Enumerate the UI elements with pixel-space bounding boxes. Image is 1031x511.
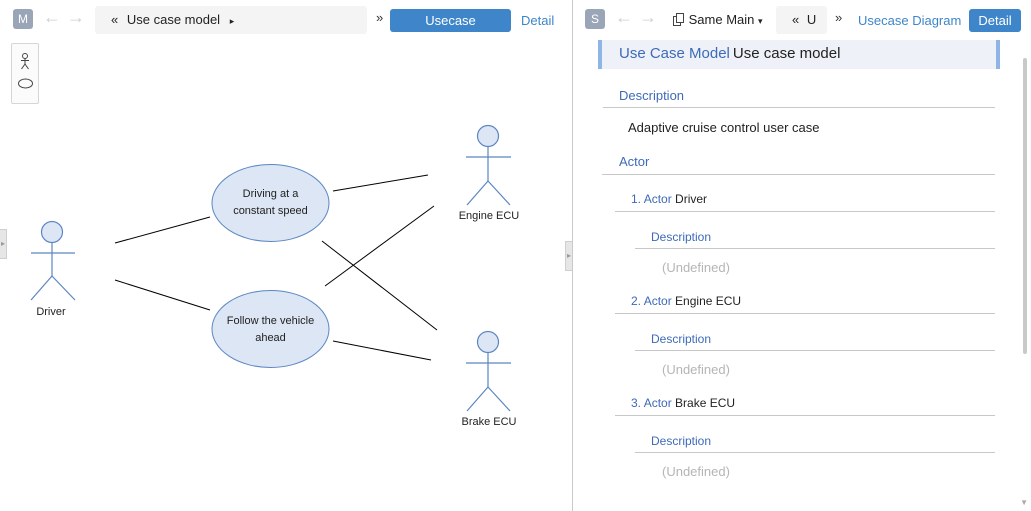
- scroll-down-icon[interactable]: ▼: [1020, 498, 1028, 507]
- tab-detail[interactable]: Detail: [969, 9, 1021, 32]
- description-label: Description: [619, 88, 685, 103]
- actor-description-value[interactable]: (Undefined): [662, 260, 730, 275]
- actor-item-driver[interactable]: 1. Actor Driver: [631, 192, 707, 206]
- divider: [615, 415, 995, 416]
- divider: [615, 211, 995, 212]
- sub-view-badge[interactable]: S: [585, 9, 605, 29]
- association-driver-constant-speed[interactable]: [114, 216, 211, 244]
- actor-name: Driver: [675, 192, 708, 206]
- association-follow-ahead-engine[interactable]: [324, 205, 435, 287]
- actor-number: 2.: [631, 294, 642, 308]
- actor-description-label: Description: [651, 230, 712, 244]
- back-arrow-icon[interactable]: ←: [615, 8, 633, 26]
- association-follow-ahead-brake[interactable]: [332, 340, 432, 361]
- vertical-scrollbar[interactable]: [1023, 58, 1027, 354]
- usecase-follow-ahead-line2: ahead: [255, 332, 286, 344]
- actor-name: Brake ECU: [675, 396, 736, 410]
- actor-item-brake-ecu[interactable]: 3. Actor Brake ECU: [631, 396, 735, 410]
- actor-name: Engine ECU: [675, 294, 742, 308]
- element-kind[interactable]: Use Case Model: [619, 45, 730, 62]
- divider: [635, 248, 995, 249]
- description-value[interactable]: Adaptive cruise control user case: [628, 120, 819, 135]
- actor-kind-link[interactable]: Actor: [644, 192, 672, 206]
- association-constant-speed-engine[interactable]: [332, 174, 429, 192]
- actor-item-engine-ecu[interactable]: 2. Actor Engine ECU: [631, 294, 741, 308]
- usecase-diagram-canvas[interactable]: Driving at a constant speed Follow the v…: [0, 0, 572, 511]
- association-constant-speed-brake[interactable]: [321, 240, 438, 331]
- actor-description-label: Description: [651, 434, 712, 448]
- actor-driver[interactable]: [30, 220, 76, 301]
- actor-driver-label: Driver: [36, 306, 66, 318]
- copy-icon: [673, 13, 684, 26]
- divider: [635, 452, 995, 453]
- tab-usecase-diagram[interactable]: Usecase Diagram: [858, 13, 961, 28]
- usecase-follow-ahead[interactable]: Follow the vehicle ahead: [211, 290, 330, 368]
- chevron-down-icon: ▾: [758, 16, 763, 26]
- breadcrumb[interactable]: « U: [776, 6, 827, 34]
- forward-arrow-icon[interactable]: →: [639, 8, 657, 26]
- divider: [635, 350, 995, 351]
- actor-engine-ecu[interactable]: [466, 124, 511, 206]
- diagram-pane: M ← → « Use case model ▸ » Usecase Diagr…: [0, 0, 573, 511]
- usecase-follow-ahead-line1: Follow the vehicle: [227, 315, 314, 327]
- usecase-constant-speed-line1: Driving at a: [243, 188, 300, 200]
- actor-number: 1.: [631, 192, 642, 206]
- actor-brake-ecu-label: Brake ECU: [461, 416, 516, 428]
- actor-number: 3.: [631, 396, 642, 410]
- detail-pane: S ← → Same Main ▾ « U » Usecase Diagram …: [573, 0, 1031, 511]
- element-header: Use Case Model Use case model: [598, 40, 1000, 69]
- same-main-label: Same Main: [688, 12, 755, 27]
- actor-engine-ecu-label: Engine ECU: [459, 210, 520, 222]
- more-icon[interactable]: »: [835, 10, 842, 25]
- divider: [603, 107, 995, 108]
- divider: [615, 313, 995, 314]
- actor-description-label: Description: [651, 332, 712, 346]
- same-main-dropdown[interactable]: Same Main ▾: [673, 12, 763, 27]
- usecase-constant-speed[interactable]: Driving at a constant speed: [211, 164, 330, 242]
- actor-kind-link[interactable]: Actor: [644, 396, 672, 410]
- breadcrumb-label[interactable]: U: [807, 12, 816, 27]
- actor-description-value[interactable]: (Undefined): [662, 464, 730, 479]
- actor-description-value[interactable]: (Undefined): [662, 362, 730, 377]
- element-name[interactable]: Use case model: [733, 45, 841, 62]
- actor-brake-ecu[interactable]: [466, 330, 511, 412]
- usecase-constant-speed-line2: constant speed: [233, 205, 308, 217]
- breadcrumb-prev-icon[interactable]: «: [792, 12, 799, 27]
- detail-toolbar: S ← → Same Main ▾ « U » Usecase Diagram …: [573, 6, 1031, 34]
- divider: [602, 174, 995, 175]
- actor-section-label: Actor: [619, 154, 650, 169]
- association-driver-follow-ahead[interactable]: [114, 279, 211, 311]
- actor-kind-link[interactable]: Actor: [644, 294, 672, 308]
